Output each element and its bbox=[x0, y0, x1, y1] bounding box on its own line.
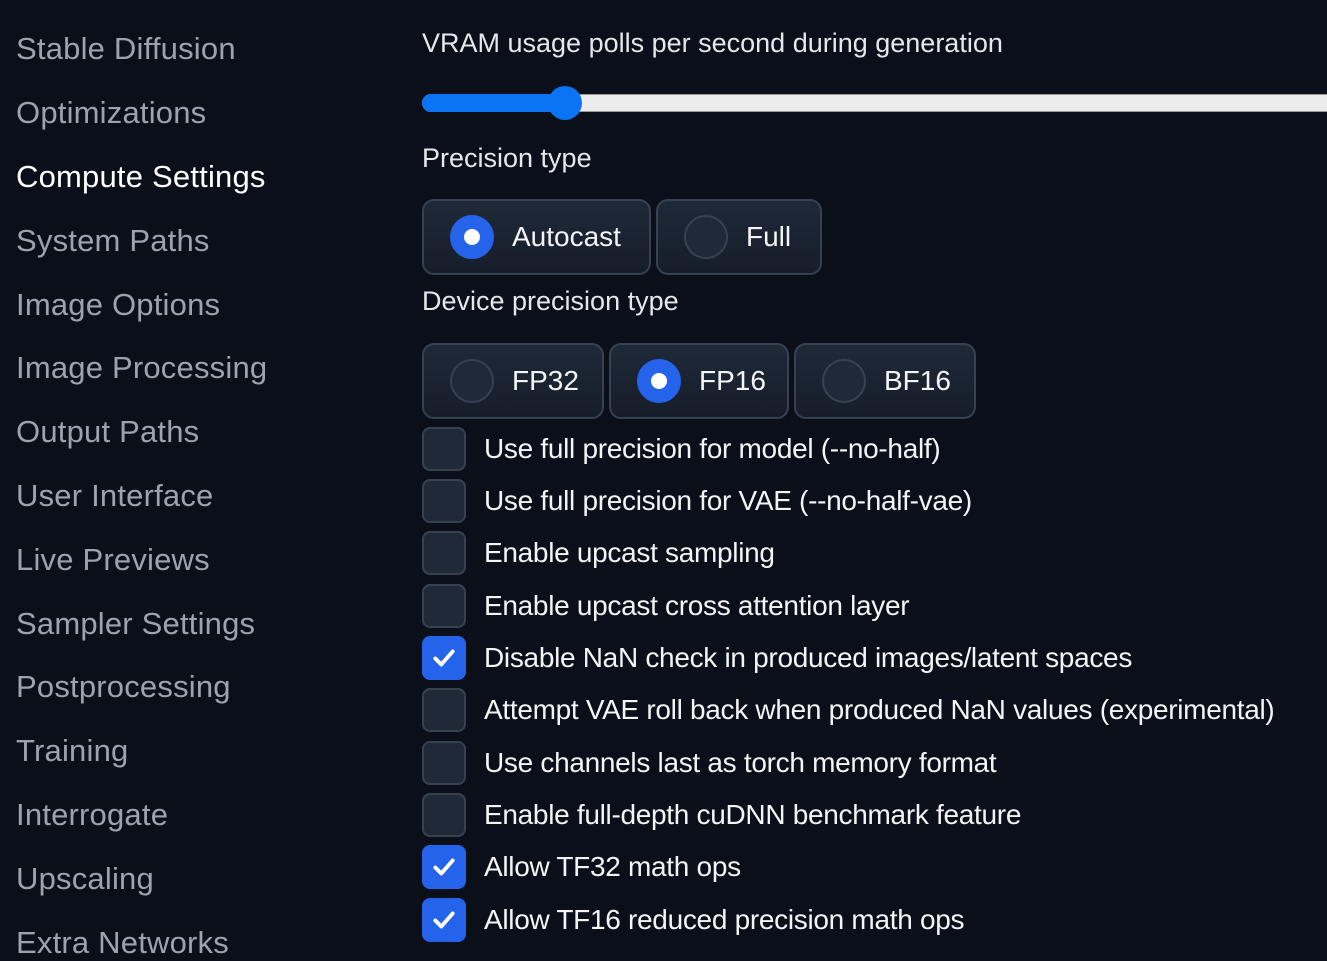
checkbox-disable-nan-check[interactable]: Disable NaN check in produced images/lat… bbox=[422, 636, 1132, 680]
radio-circle-icon bbox=[450, 359, 494, 403]
precision-type-label: Precision type bbox=[422, 143, 592, 173]
checkbox-upcast-sampling[interactable]: Enable upcast sampling bbox=[422, 531, 775, 575]
compute-settings-panel: VRAM usage polls per second during gener… bbox=[422, 0, 1327, 945]
sidebar-item-output-paths[interactable]: Output Paths bbox=[16, 414, 199, 450]
vram-polls-label: VRAM usage polls per second during gener… bbox=[422, 28, 1003, 58]
checkbox-icon[interactable] bbox=[422, 793, 466, 837]
radio-fp32[interactable]: FP32 bbox=[422, 343, 604, 419]
checkbox-icon[interactable] bbox=[422, 845, 466, 889]
vram-polls-slider[interactable] bbox=[422, 86, 1327, 120]
checkbox-label: Use channels last as torch memory format bbox=[484, 747, 997, 778]
checkmark-icon bbox=[433, 911, 455, 929]
radio-label: FP32 bbox=[512, 365, 579, 396]
sidebar-item-training[interactable]: Training bbox=[16, 733, 128, 769]
sidebar-item-image-options[interactable]: Image Options bbox=[16, 287, 220, 323]
device-precision-radio-group: FP32 FP16 BF16 bbox=[422, 343, 976, 419]
radio-circle-icon bbox=[822, 359, 866, 403]
checkbox-icon[interactable] bbox=[422, 636, 466, 680]
checkbox-icon[interactable] bbox=[422, 531, 466, 575]
sidebar-item-extra-networks[interactable]: Extra Networks bbox=[16, 925, 229, 961]
sidebar-item-postprocessing[interactable]: Postprocessing bbox=[16, 669, 231, 705]
checkbox-label: Allow TF16 reduced precision math ops bbox=[484, 904, 965, 935]
sidebar-item-image-processing[interactable]: Image Processing bbox=[16, 350, 267, 386]
sidebar-item-sampler-settings[interactable]: Sampler Settings bbox=[16, 606, 255, 642]
radio-label: Full bbox=[746, 221, 792, 252]
device-precision-type-label: Device precision type bbox=[422, 286, 679, 316]
checkbox-label: Enable upcast cross attention layer bbox=[484, 590, 910, 621]
radio-bf16[interactable]: BF16 bbox=[794, 343, 976, 419]
checkbox-icon[interactable] bbox=[422, 584, 466, 628]
checkbox-label: Use full precision for VAE (--no-half-va… bbox=[484, 485, 972, 516]
sidebar-item-interrogate[interactable]: Interrogate bbox=[16, 797, 168, 833]
checkbox-no-half-vae[interactable]: Use full precision for VAE (--no-half-va… bbox=[422, 479, 972, 523]
sidebar-item-upscaling[interactable]: Upscaling bbox=[16, 861, 154, 897]
checkmark-icon bbox=[433, 858, 455, 876]
radio-autocast[interactable]: Autocast bbox=[422, 199, 651, 275]
checkbox-channels-last[interactable]: Use channels last as torch memory format bbox=[422, 741, 997, 785]
sidebar-item-compute-settings[interactable]: Compute Settings bbox=[16, 159, 266, 195]
checkbox-icon[interactable] bbox=[422, 427, 466, 471]
sidebar-item-optimizations[interactable]: Optimizations bbox=[16, 95, 206, 131]
radio-full[interactable]: Full bbox=[656, 199, 822, 275]
checkbox-label: Attempt VAE roll back when produced NaN … bbox=[484, 694, 1275, 725]
checkbox-cudnn-benchmark[interactable]: Enable full-depth cuDNN benchmark featur… bbox=[422, 793, 1021, 837]
checkbox-label: Allow TF32 math ops bbox=[484, 851, 741, 882]
radio-fp16[interactable]: FP16 bbox=[609, 343, 789, 419]
checkbox-tf32[interactable]: Allow TF32 math ops bbox=[422, 845, 741, 889]
slider-thumb[interactable] bbox=[548, 86, 582, 120]
sidebar-item-system-paths[interactable]: System Paths bbox=[16, 223, 210, 259]
sidebar-item-user-interface[interactable]: User Interface bbox=[16, 478, 214, 514]
checkbox-vae-rollback[interactable]: Attempt VAE roll back when produced NaN … bbox=[422, 688, 1275, 732]
checkbox-icon[interactable] bbox=[422, 898, 466, 942]
radio-circle-icon bbox=[684, 215, 728, 259]
precision-type-radio-group: Autocast Full bbox=[422, 199, 822, 275]
sidebar-item-live-previews[interactable]: Live Previews bbox=[16, 542, 210, 578]
checkbox-tf16[interactable]: Allow TF16 reduced precision math ops bbox=[422, 898, 964, 942]
radio-label: FP16 bbox=[699, 365, 766, 396]
checkbox-icon[interactable] bbox=[422, 741, 466, 785]
settings-sidebar: Stable Diffusion Optimizations Compute S… bbox=[0, 0, 400, 960]
radio-label: BF16 bbox=[884, 365, 951, 396]
checkbox-no-half[interactable]: Use full precision for model (--no-half) bbox=[422, 427, 941, 471]
radio-label: Autocast bbox=[512, 221, 621, 252]
checkmark-icon bbox=[433, 649, 455, 667]
checkbox-label: Enable upcast sampling bbox=[484, 537, 775, 568]
slider-fill bbox=[422, 94, 565, 112]
sidebar-item-stable-diffusion[interactable]: Stable Diffusion bbox=[16, 31, 236, 67]
radio-circle-icon bbox=[450, 215, 494, 259]
checkbox-icon[interactable] bbox=[422, 688, 466, 732]
checkbox-icon[interactable] bbox=[422, 479, 466, 523]
checkbox-label: Use full precision for model (--no-half) bbox=[484, 433, 941, 464]
checkbox-label: Disable NaN check in produced images/lat… bbox=[484, 642, 1133, 673]
radio-circle-icon bbox=[637, 359, 681, 403]
checkbox-label: Enable full-depth cuDNN benchmark featur… bbox=[484, 799, 1022, 830]
checkbox-upcast-attention[interactable]: Enable upcast cross attention layer bbox=[422, 584, 910, 628]
